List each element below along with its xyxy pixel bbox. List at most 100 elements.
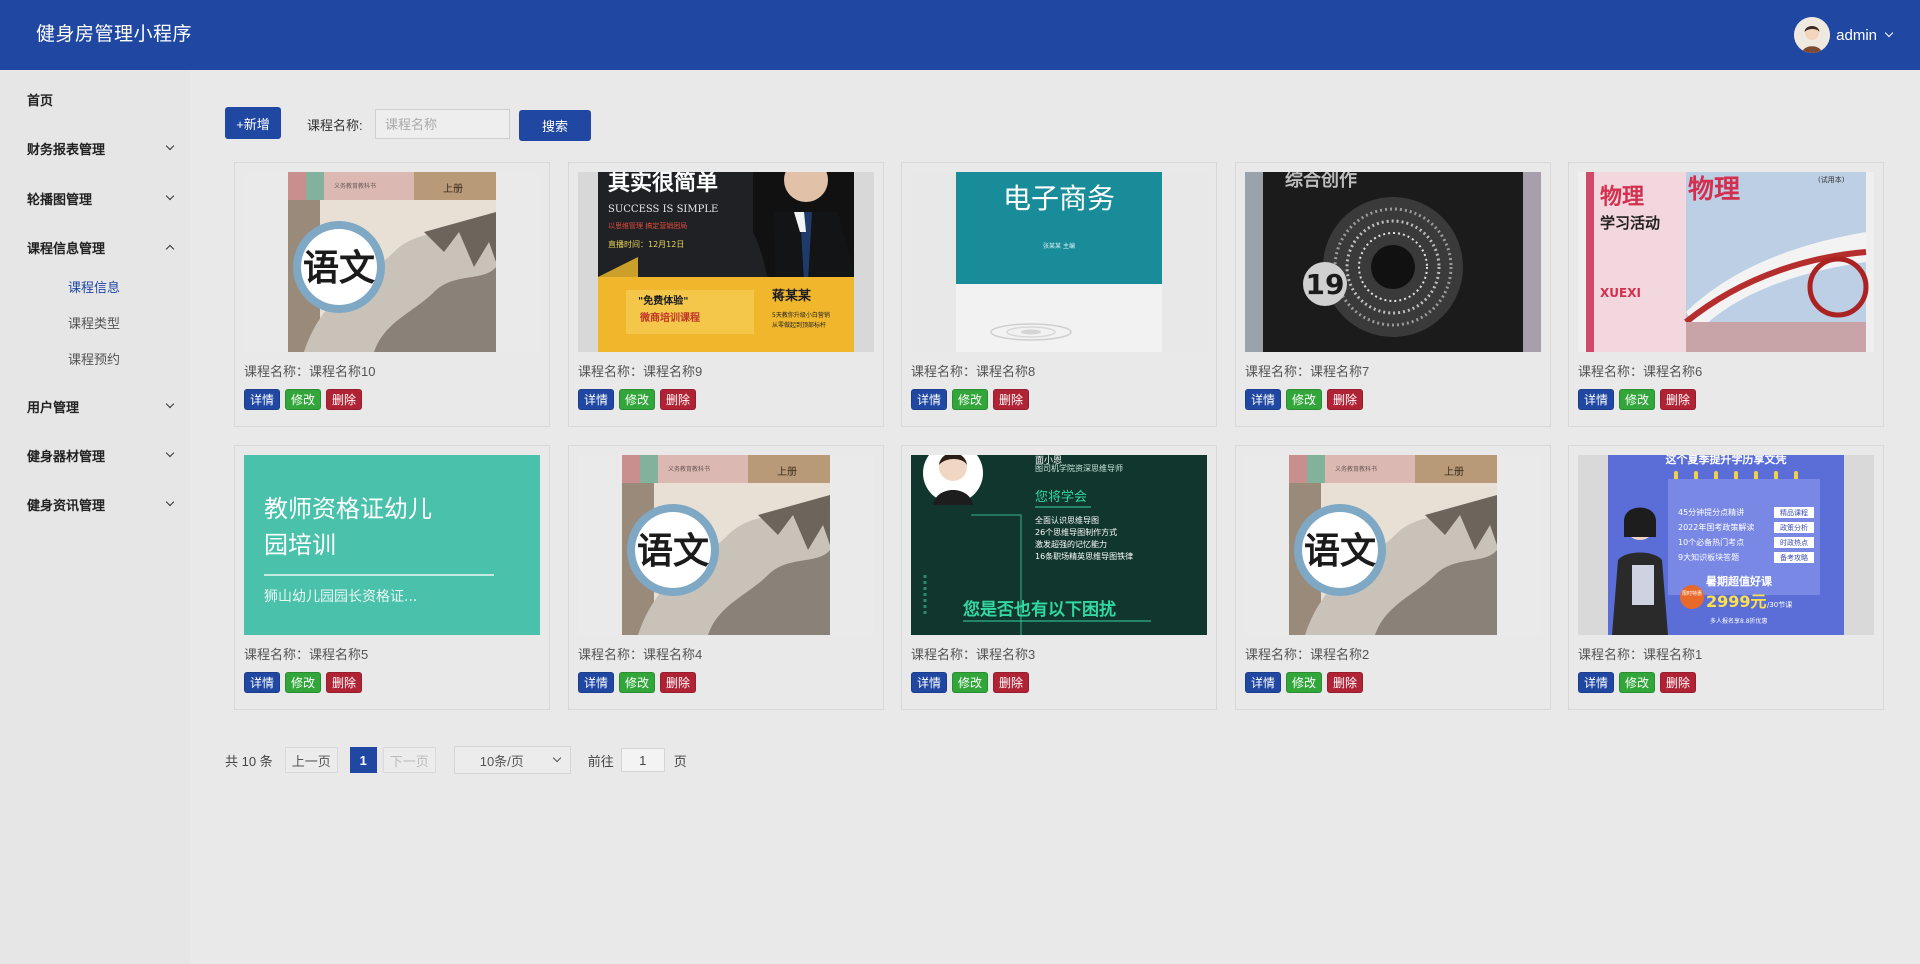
sidebar-item-banner[interactable]: 轮播图管理 bbox=[27, 187, 175, 209]
course-name: 课程名称：课程名称4 bbox=[578, 647, 703, 662]
course-cover-image[interactable]: 物理 学习活动 XUEXI 物理 (试用本) bbox=[1578, 172, 1874, 352]
edit-button[interactable]: 修改 bbox=[285, 389, 322, 410]
sidebar-subitem-course-type[interactable]: 课程类型 bbox=[68, 313, 120, 332]
course-name: 课程名称：课程名称3 bbox=[911, 647, 1036, 662]
delete-button[interactable]: 删除 bbox=[660, 389, 697, 410]
cover-text: 10个必备热门考点 bbox=[1678, 537, 1744, 547]
search-input[interactable] bbox=[375, 109, 510, 139]
user-avatar-icon[interactable] bbox=[1794, 17, 1831, 53]
card-actions: 详情 修改 删除 bbox=[244, 672, 363, 693]
detail-button[interactable]: 详情 bbox=[1578, 389, 1615, 410]
edit-button[interactable]: 修改 bbox=[952, 672, 989, 693]
cover-text: 这个夏季提升学历享文凭 bbox=[1666, 455, 1787, 466]
course-cover-image[interactable]: 综合创作 19 bbox=[1245, 172, 1541, 352]
delete-button[interactable]: 删除 bbox=[993, 672, 1030, 693]
course-card: 义务教育教科书 上册 语文 课程名称：课程名称4 详情 修改 删除 bbox=[568, 445, 884, 710]
sidebar-item-home[interactable]: 首页 bbox=[27, 88, 173, 110]
delete-button[interactable]: 删除 bbox=[1660, 672, 1697, 693]
edit-button[interactable]: 修改 bbox=[619, 389, 656, 410]
edit-button[interactable]: 修改 bbox=[1286, 672, 1323, 693]
cover-text: 园培训 bbox=[264, 531, 336, 559]
sidebar-item-finance[interactable]: 财务报表管理 bbox=[27, 137, 175, 159]
cover-text: 其实很简单 bbox=[608, 172, 718, 196]
chevron-down-icon bbox=[165, 141, 175, 151]
sidebar-item-users[interactable]: 用户管理 bbox=[27, 395, 175, 417]
course-cover-image[interactable]: 教师资格证幼儿 园培训 狮山幼儿园园长资格证... bbox=[244, 455, 540, 635]
detail-button[interactable]: 详情 bbox=[578, 672, 615, 693]
cover-volume: 上册 bbox=[777, 466, 797, 478]
search-button[interactable]: 搜索 bbox=[519, 110, 591, 141]
course-cover-image[interactable]: 这个夏季提升学历享文凭 45分钟提分点精讲 2022年国考政策解读 10个必备热… bbox=[1578, 455, 1874, 635]
course-name: 课程名称：课程名称2 bbox=[1245, 647, 1370, 662]
delete-button[interactable]: 删除 bbox=[326, 672, 363, 693]
edit-button[interactable]: 修改 bbox=[1619, 672, 1656, 693]
course-cover-image[interactable]: 义务教育教科书 上册 语文 bbox=[244, 172, 540, 352]
cover-text: 时政热点 bbox=[1780, 538, 1808, 547]
cover-text: 26个思维导图制作方式 bbox=[1035, 527, 1117, 537]
page-size-select[interactable]: 10条/页 bbox=[453, 746, 571, 774]
cover-text: "免费体验" bbox=[638, 294, 688, 307]
detail-button[interactable]: 详情 bbox=[1578, 672, 1615, 693]
sidebar-item-equipment[interactable]: 健身器材管理 bbox=[27, 444, 175, 466]
delete-button[interactable]: 删除 bbox=[993, 389, 1030, 410]
sidebar-item-label: 健身资讯管理 bbox=[27, 497, 106, 513]
cover-text: (试用本) bbox=[1818, 175, 1845, 184]
goto-page-input[interactable]: 1 bbox=[620, 748, 665, 772]
edit-button[interactable]: 修改 bbox=[619, 672, 656, 693]
course-cover-image[interactable]: 其实很简单 SUCCESS IS SIMPLE 以思维管理 搞定营销困局 直播时… bbox=[578, 172, 874, 352]
cover-text: 9大知识板块答题 bbox=[1678, 552, 1739, 562]
goto-label: 前往 bbox=[587, 753, 614, 769]
delete-button[interactable]: 删除 bbox=[660, 672, 697, 693]
course-card: 电子商务 张某某 主编 课程名称：课程名称8 详情 修改 删除 bbox=[901, 162, 1217, 427]
next-page-button[interactable]: 下一页 bbox=[382, 747, 436, 773]
chevron-down-icon bbox=[165, 399, 175, 409]
detail-button[interactable]: 详情 bbox=[244, 389, 281, 410]
page-size-value: 10条/页 bbox=[479, 753, 524, 769]
edit-button[interactable]: 修改 bbox=[1286, 389, 1323, 410]
course-name: 课程名称：课程名称8 bbox=[911, 364, 1036, 379]
detail-button[interactable]: 详情 bbox=[911, 389, 948, 410]
detail-button[interactable]: 详情 bbox=[911, 672, 948, 693]
delete-button[interactable]: 删除 bbox=[1327, 672, 1364, 693]
detail-button[interactable]: 详情 bbox=[1245, 389, 1282, 410]
cover-text: 多人报名享8.8折优惠 bbox=[1710, 617, 1768, 625]
course-card: 义务教育教科书 上册 语文 课程名称：课程名称10 详情 修改 删除 bbox=[234, 162, 550, 427]
cover-text: /30节课 bbox=[1767, 600, 1792, 609]
sidebar-subitem-course-booking[interactable]: 课程预约 bbox=[68, 349, 120, 368]
user-menu[interactable]: admin bbox=[1794, 0, 1894, 70]
prev-page-button[interactable]: 上一页 bbox=[284, 747, 338, 773]
card-actions: 详情 修改 删除 bbox=[244, 389, 363, 410]
course-cover-image[interactable]: 电子商务 张某某 主编 bbox=[911, 172, 1207, 352]
chevron-down-icon[interactable] bbox=[1884, 28, 1894, 38]
delete-button[interactable]: 删除 bbox=[1327, 389, 1364, 410]
cover-text: 16条职场精英思维导图铁律 bbox=[1035, 551, 1133, 561]
page-number-current[interactable]: 1 bbox=[349, 747, 377, 773]
user-name[interactable]: admin bbox=[1836, 27, 1877, 44]
sidebar-subitem-course-info[interactable]: 课程信息 bbox=[68, 277, 120, 296]
course-cover-image[interactable]: 义务教育教科书 上册 语文 bbox=[1245, 455, 1541, 635]
cover-text: 教师资格证幼儿 bbox=[264, 495, 432, 523]
delete-button[interactable]: 删除 bbox=[1660, 389, 1697, 410]
card-actions: 详情 修改 删除 bbox=[578, 389, 697, 410]
cover-text: 暑期超值好课 bbox=[1706, 574, 1773, 588]
edit-button[interactable]: 修改 bbox=[952, 389, 989, 410]
cover-text: 张某某 主编 bbox=[1043, 242, 1075, 250]
course-name: 课程名称：课程名称5 bbox=[244, 647, 369, 662]
detail-button[interactable]: 详情 bbox=[578, 389, 615, 410]
edit-button[interactable]: 修改 bbox=[1619, 389, 1656, 410]
sidebar-item-news[interactable]: 健身资讯管理 bbox=[27, 493, 175, 515]
edit-button[interactable]: 修改 bbox=[285, 672, 322, 693]
add-button[interactable]: +新增 bbox=[225, 107, 281, 139]
cover-publisher: 义务教育教科书 bbox=[334, 182, 376, 190]
cover-text: 您是否也有以下困扰 bbox=[963, 599, 1116, 620]
chevron-down-icon bbox=[552, 753, 561, 763]
delete-button[interactable]: 删除 bbox=[326, 389, 363, 410]
detail-button[interactable]: 详情 bbox=[1245, 672, 1282, 693]
course-cover-image[interactable]: 面小恩 图司机学院资深思维导师 您将学会 全面认识思维导图 26个思维导图制作方… bbox=[911, 455, 1207, 635]
sidebar-item-course-info[interactable]: 课程信息管理 bbox=[27, 236, 175, 258]
course-cover-image[interactable]: 义务教育教科书 上册 语文 bbox=[578, 455, 874, 635]
pagination: 共 10 条 上一页 1 下一页 10条/页 前往 1 页 bbox=[225, 746, 687, 774]
cover-volume: 上册 bbox=[1444, 466, 1464, 478]
detail-button[interactable]: 详情 bbox=[244, 672, 281, 693]
cover-text: 从零做起到顶部标杆 bbox=[772, 321, 826, 329]
